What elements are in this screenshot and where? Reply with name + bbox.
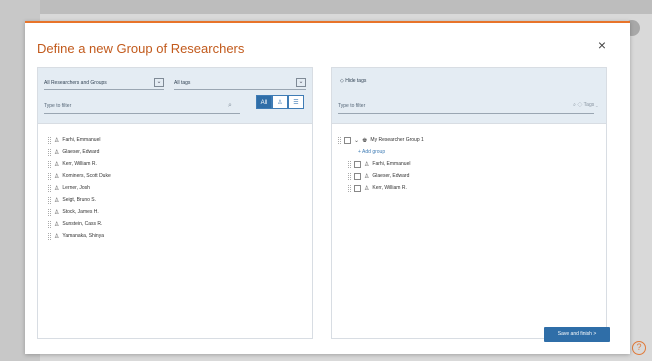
- list-item[interactable]: ♙ Kerr, William R.: [48, 158, 111, 170]
- person-icon: ♙: [54, 233, 60, 240]
- list-item[interactable]: ♙ Sunstein, Cass R.: [48, 218, 111, 230]
- filter-placeholder: Type to filter: [338, 103, 366, 109]
- list-item[interactable]: ♙ Glaeser, Edward: [48, 146, 111, 158]
- group-row[interactable]: ⌄ ♚ My Researcher Group 1: [338, 134, 424, 146]
- drag-handle-icon[interactable]: [48, 220, 51, 228]
- list-item[interactable]: ♙ Yamanaka, Shinya: [48, 230, 111, 242]
- chevron-down-icon: ⌄: [595, 102, 598, 108]
- researchers-panel: All Researchers and Groups ⌄ All tags ⌄ …: [37, 67, 313, 339]
- filter-person-button[interactable]: ♙: [272, 95, 288, 109]
- member-checkbox[interactable]: [354, 160, 361, 168]
- group-builder-header: ◇ Hide tags Type to filter ⌕ ◇ Tags ⌄: [332, 68, 606, 124]
- person-icon: ♙: [54, 197, 60, 204]
- define-group-modal: Define a new Group of Researchers × All …: [25, 21, 630, 354]
- drag-handle-icon[interactable]: [48, 172, 51, 180]
- app-topbar: [0, 0, 652, 14]
- person-icon: ♙: [54, 161, 60, 168]
- hide-tags-button[interactable]: ◇ Hide tags: [340, 78, 366, 84]
- researcher-name: Glaeser, Edward: [62, 149, 100, 155]
- person-icon: ♙: [364, 185, 370, 192]
- list-item[interactable]: ♙ Lerner, Josh: [48, 182, 111, 194]
- drag-handle-icon[interactable]: [48, 160, 51, 168]
- close-icon[interactable]: ×: [598, 37, 606, 53]
- list-item[interactable]: ♙ Kominers, Scott Duke: [48, 170, 111, 182]
- researcher-name: Lerner, Josh: [62, 185, 90, 191]
- researcher-name: Sunstein, Cass R.: [62, 221, 103, 227]
- member-name: Glaeser, Edward: [372, 173, 410, 179]
- group-tree: ⌄ ♚ My Researcher Group 1 + Add group ♙ F…: [338, 134, 424, 194]
- drag-handle-icon[interactable]: [48, 208, 51, 216]
- member-checkbox[interactable]: [354, 172, 361, 180]
- person-icon: ♙: [54, 173, 60, 180]
- search-icon: ⌕: [228, 102, 232, 109]
- person-icon: ♙: [277, 100, 283, 106]
- member-name: Farhi, Emmanuel: [372, 161, 411, 167]
- tags-label: Tags: [583, 102, 595, 108]
- member-checkbox[interactable]: [354, 184, 361, 192]
- group-select-value: All Researchers and Groups: [44, 80, 107, 86]
- researcher-name: Seigt, Bruno S.: [62, 197, 97, 203]
- tags-dropdown[interactable]: ⌕ ◇ Tags ⌄: [573, 102, 598, 108]
- filter-input[interactable]: Type to filter: [338, 98, 594, 114]
- group-icon: ♚: [362, 137, 368, 144]
- filter-input[interactable]: Type to filter: [44, 98, 240, 114]
- researcher-name: Farhi, Emmanuel: [62, 137, 101, 143]
- researcher-name: Kerr, William R.: [62, 161, 97, 167]
- drag-handle-icon[interactable]: [48, 232, 51, 240]
- person-icon: ♙: [54, 209, 60, 216]
- list-item[interactable]: ♙ Seigt, Bruno S.: [48, 194, 111, 206]
- add-group-link[interactable]: + Add group: [338, 146, 424, 158]
- tag-icon: ◇: [340, 78, 344, 84]
- drag-handle-icon[interactable]: [348, 172, 351, 180]
- drag-handle-icon[interactable]: [48, 196, 51, 204]
- filter-group-button[interactable]: ☰: [288, 95, 304, 109]
- tags-select-value: All tags: [174, 80, 191, 86]
- researcher-name: Yamanaka, Shinya: [62, 233, 104, 239]
- drag-handle-icon[interactable]: [48, 148, 51, 156]
- person-icon: ♙: [364, 173, 370, 180]
- group-checkbox[interactable]: [344, 136, 351, 144]
- person-icon: ♙: [54, 185, 60, 192]
- drag-handle-icon[interactable]: [338, 136, 341, 144]
- group-name: My Researcher Group 1: [370, 137, 424, 143]
- filter-placeholder: Type to filter: [44, 103, 72, 109]
- drag-handle-icon[interactable]: [348, 184, 351, 192]
- hide-tags-label: Hide tags: [345, 78, 367, 84]
- filter-all-button[interactable]: All: [256, 95, 272, 109]
- group-builder-panel: ◇ Hide tags Type to filter ⌕ ◇ Tags ⌄ ⌄ …: [331, 67, 607, 339]
- modal-title: Define a new Group of Researchers: [37, 41, 245, 56]
- person-icon: ♙: [54, 149, 60, 156]
- chevron-down-icon[interactable]: ⌄: [354, 137, 359, 144]
- drag-handle-icon[interactable]: [48, 136, 51, 144]
- researcher-list: ♙ Farhi, Emmanuel ♙ Glaeser, Edward ♙ Kerr,…: [48, 134, 111, 242]
- member-name: Kerr, William R.: [372, 185, 407, 191]
- researcher-name: Kominers, Scott Duke: [62, 173, 111, 179]
- type-filter-toggle: All ♙ ☰: [256, 95, 304, 109]
- list-item[interactable]: ♙ Farhi, Emmanuel: [48, 134, 111, 146]
- list-item[interactable]: ♙ Kerr, William R.: [338, 182, 424, 194]
- chevron-down-icon: ⌄: [154, 78, 164, 87]
- researcher-name: Stock, James H.: [62, 209, 99, 215]
- list-item[interactable]: ♙ Farhi, Emmanuel: [338, 158, 424, 170]
- person-icon: ♙: [54, 137, 60, 144]
- search-icon: ⌕: [573, 102, 576, 108]
- help-icon[interactable]: ?: [632, 341, 646, 355]
- tag-icon: ◇: [577, 102, 583, 108]
- chevron-down-icon: ⌄: [296, 78, 306, 87]
- drag-handle-icon[interactable]: [48, 184, 51, 192]
- list-item[interactable]: ♙ Stock, James H.: [48, 206, 111, 218]
- drag-handle-icon[interactable]: [348, 160, 351, 168]
- save-and-finish-button[interactable]: Save and finish >: [544, 327, 610, 342]
- list-item[interactable]: ♙ Glaeser, Edward: [338, 170, 424, 182]
- person-icon: ♙: [54, 221, 60, 228]
- tags-select[interactable]: All tags ⌄: [174, 76, 306, 90]
- person-icon: ♙: [364, 161, 370, 168]
- group-icon: ☰: [293, 100, 299, 106]
- researchers-panel-header: All Researchers and Groups ⌄ All tags ⌄ …: [38, 68, 312, 124]
- group-select[interactable]: All Researchers and Groups ⌄: [44, 76, 164, 90]
